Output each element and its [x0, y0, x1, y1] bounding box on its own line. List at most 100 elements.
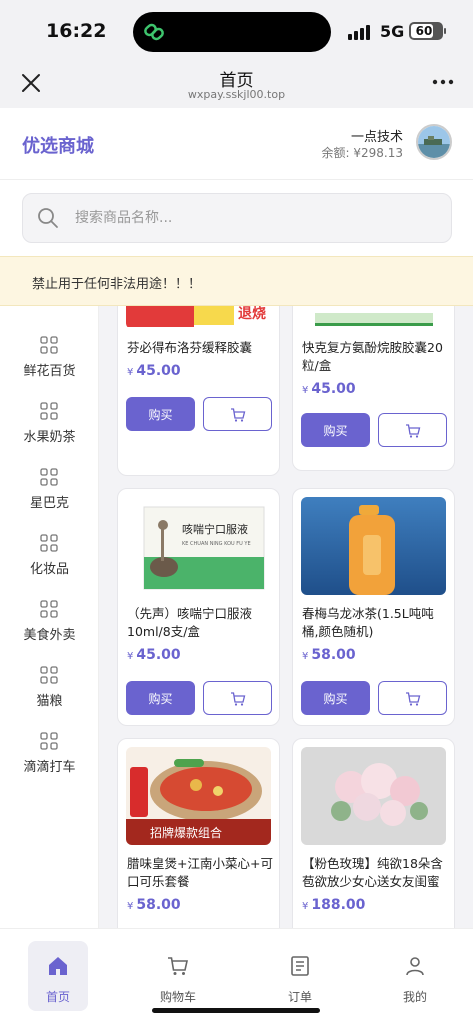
search-input[interactable]: [75, 206, 435, 230]
product-price: ¥58.00: [302, 647, 356, 663]
product-card[interactable]: 咳喘宁口服液 KE CHUAN NING KOU FU YE （先声）咳喘宁口服…: [117, 488, 280, 726]
buy-button[interactable]: 购买: [301, 681, 370, 715]
currency-symbol: ¥: [302, 651, 309, 662]
price-value: 188.00: [311, 897, 366, 913]
product-image-subtext: KE CHUAN NING KOU FU YE: [182, 541, 251, 547]
product-name: （先声）咳喘宁口服液10ml/8支/盒: [127, 606, 253, 639]
sidebar-item-cosmetics[interactable]: 化妆品: [0, 534, 99, 600]
page-url: wxpay.sskjl00.top: [187, 88, 286, 101]
product-card[interactable]: 快克复方氨酚烷胺胶囊20粒/盒 ¥45.00 购买: [292, 306, 455, 471]
buy-button[interactable]: 购买: [126, 681, 195, 715]
price-value: 45.00: [311, 381, 356, 397]
grid-icon: [40, 732, 58, 750]
sidebar-item-label: 美食外卖: [23, 628, 76, 643]
user-icon: [406, 957, 424, 976]
tab-profile[interactable]: 我的: [385, 941, 445, 1011]
cart-icon: [406, 424, 421, 438]
product-card[interactable]: 【粉色玫瑰】纯欲18朵含苞欲放少女心送女友闺蜜 ¥188.00: [292, 738, 455, 928]
add-to-cart-button[interactable]: [378, 413, 447, 447]
more-icon[interactable]: [431, 74, 455, 90]
sidebar-item-fruit-tea[interactable]: 水果奶茶: [0, 402, 99, 468]
product-image-text: 退烧: [238, 306, 266, 322]
product-price: ¥45.00: [127, 647, 181, 663]
sidebar-item-label: 星巴克: [29, 496, 69, 511]
sidebar-item-flowers[interactable]: 鲜花百货: [0, 336, 99, 402]
dynamic-island: [133, 12, 331, 52]
tab-home[interactable]: 首页: [28, 941, 88, 1011]
buy-button[interactable]: 购买: [126, 397, 195, 431]
currency-symbol: ¥: [302, 385, 309, 396]
add-to-cart-button[interactable]: [203, 681, 272, 715]
product-price: ¥188.00: [302, 897, 365, 913]
currency-symbol: ¥: [127, 901, 134, 912]
cart-icon: [231, 408, 246, 422]
grid-icon: [40, 402, 58, 420]
link-icon: [144, 23, 164, 41]
price-value: 58.00: [311, 647, 356, 663]
product-image: 招牌爆款组合: [126, 747, 271, 845]
avatar[interactable]: [416, 124, 452, 160]
home-icon: [49, 957, 67, 975]
currency-symbol: ¥: [127, 651, 134, 662]
store-header: 优选商城 一点技术 余额: ¥298.13: [0, 108, 473, 180]
notice-text: 禁止用于任何非法用途！！！: [32, 277, 202, 292]
browser-nav-bar: 首页 wxpay.sskjl00.top: [0, 62, 473, 108]
search-section: [0, 181, 473, 255]
product-card[interactable]: 退烧 芬必得布洛芬缓释胶囊 ¥45.00 购买: [117, 306, 280, 476]
grid-icon: [40, 666, 58, 684]
currency-symbol: ¥: [302, 901, 309, 912]
product-image: 咳喘宁口服液 KE CHUAN NING KOU FU YE: [126, 497, 271, 595]
product-price: ¥45.00: [127, 363, 181, 379]
grid-icon: [40, 336, 58, 354]
price-value: 45.00: [136, 363, 181, 379]
product-image: [301, 497, 446, 595]
store-name: 优选商城: [22, 136, 94, 157]
add-to-cart-button[interactable]: [378, 681, 447, 715]
category-sidebar: 鲜花百货 水果奶茶 星巴克 化妆品 美食外卖 猫粮 滴滴打车: [0, 306, 99, 928]
sidebar-item-starbucks[interactable]: 星巴克: [0, 468, 99, 534]
battery-icon: 60: [409, 22, 446, 40]
status-time: 16:22: [46, 20, 107, 42]
cart-icon: [406, 692, 421, 706]
product-name: 【粉色玫瑰】纯欲18朵含苞欲放少女心送女友闺蜜: [302, 856, 443, 889]
tab-label: 首页: [45, 990, 70, 1004]
sidebar-item-didi[interactable]: 滴滴打车: [0, 732, 99, 798]
product-price: ¥58.00: [127, 897, 181, 913]
tab-orders[interactable]: 订单: [270, 941, 330, 1011]
grid-icon: [40, 468, 58, 486]
grid-icon: [40, 534, 58, 552]
sidebar-item-food-delivery[interactable]: 美食外卖: [0, 600, 99, 666]
notice-banner: 禁止用于任何非法用途！！！: [0, 256, 473, 306]
product-name: 芬必得布洛芬缓释胶囊: [127, 340, 253, 355]
cart-icon: [231, 692, 246, 706]
sidebar-item-label: 水果奶茶: [23, 430, 76, 445]
tab-label: 订单: [287, 990, 312, 1004]
product-image-text: 招牌爆款组合: [150, 825, 222, 840]
sidebar-item-label: 滴滴打车: [23, 760, 76, 775]
add-to-cart-button[interactable]: [203, 397, 272, 431]
sidebar-item-label: 猫粮: [36, 694, 63, 709]
home-indicator: [152, 1008, 320, 1013]
product-name: 春梅乌龙冰茶(1.5L吨吨桶,颜色随机): [302, 606, 434, 639]
network-type: 5G: [380, 22, 405, 41]
product-name: 快克复方氨酚烷胺胶囊20粒/盒: [302, 340, 443, 373]
product-image: [301, 747, 446, 845]
price-value: 45.00: [136, 647, 181, 663]
product-image-text: 咳喘宁口服液: [182, 522, 248, 536]
status-bar: 16:22 5G 60: [0, 0, 473, 62]
product-image: [301, 306, 446, 329]
sidebar-item-cat-food[interactable]: 猫粮: [0, 666, 99, 732]
product-price: ¥45.00: [302, 381, 356, 397]
tab-cart[interactable]: 购物车: [148, 941, 208, 1011]
product-name: 腊味皇煲+江南小菜心+可口可乐套餐: [127, 856, 273, 889]
main-content: 鲜花百货 水果奶茶 星巴克 化妆品 美食外卖 猫粮 滴滴打车 退烧 芬必得布洛芬…: [0, 306, 473, 928]
product-card[interactable]: 春梅乌龙冰茶(1.5L吨吨桶,颜色随机) ¥58.00 购买: [292, 488, 455, 726]
search-box[interactable]: [22, 193, 452, 243]
product-card[interactable]: 招牌爆款组合 腊味皇煲+江南小菜心+可口可乐套餐 ¥58.00: [117, 738, 280, 928]
buy-button[interactable]: 购买: [301, 413, 370, 447]
sidebar-item-label: 鲜花百货: [23, 364, 76, 379]
sidebar-item-label: 化妆品: [29, 562, 69, 577]
currency-symbol: ¥: [127, 367, 134, 378]
product-image: 退烧: [126, 306, 271, 329]
tab-label: 购物车: [159, 990, 196, 1004]
